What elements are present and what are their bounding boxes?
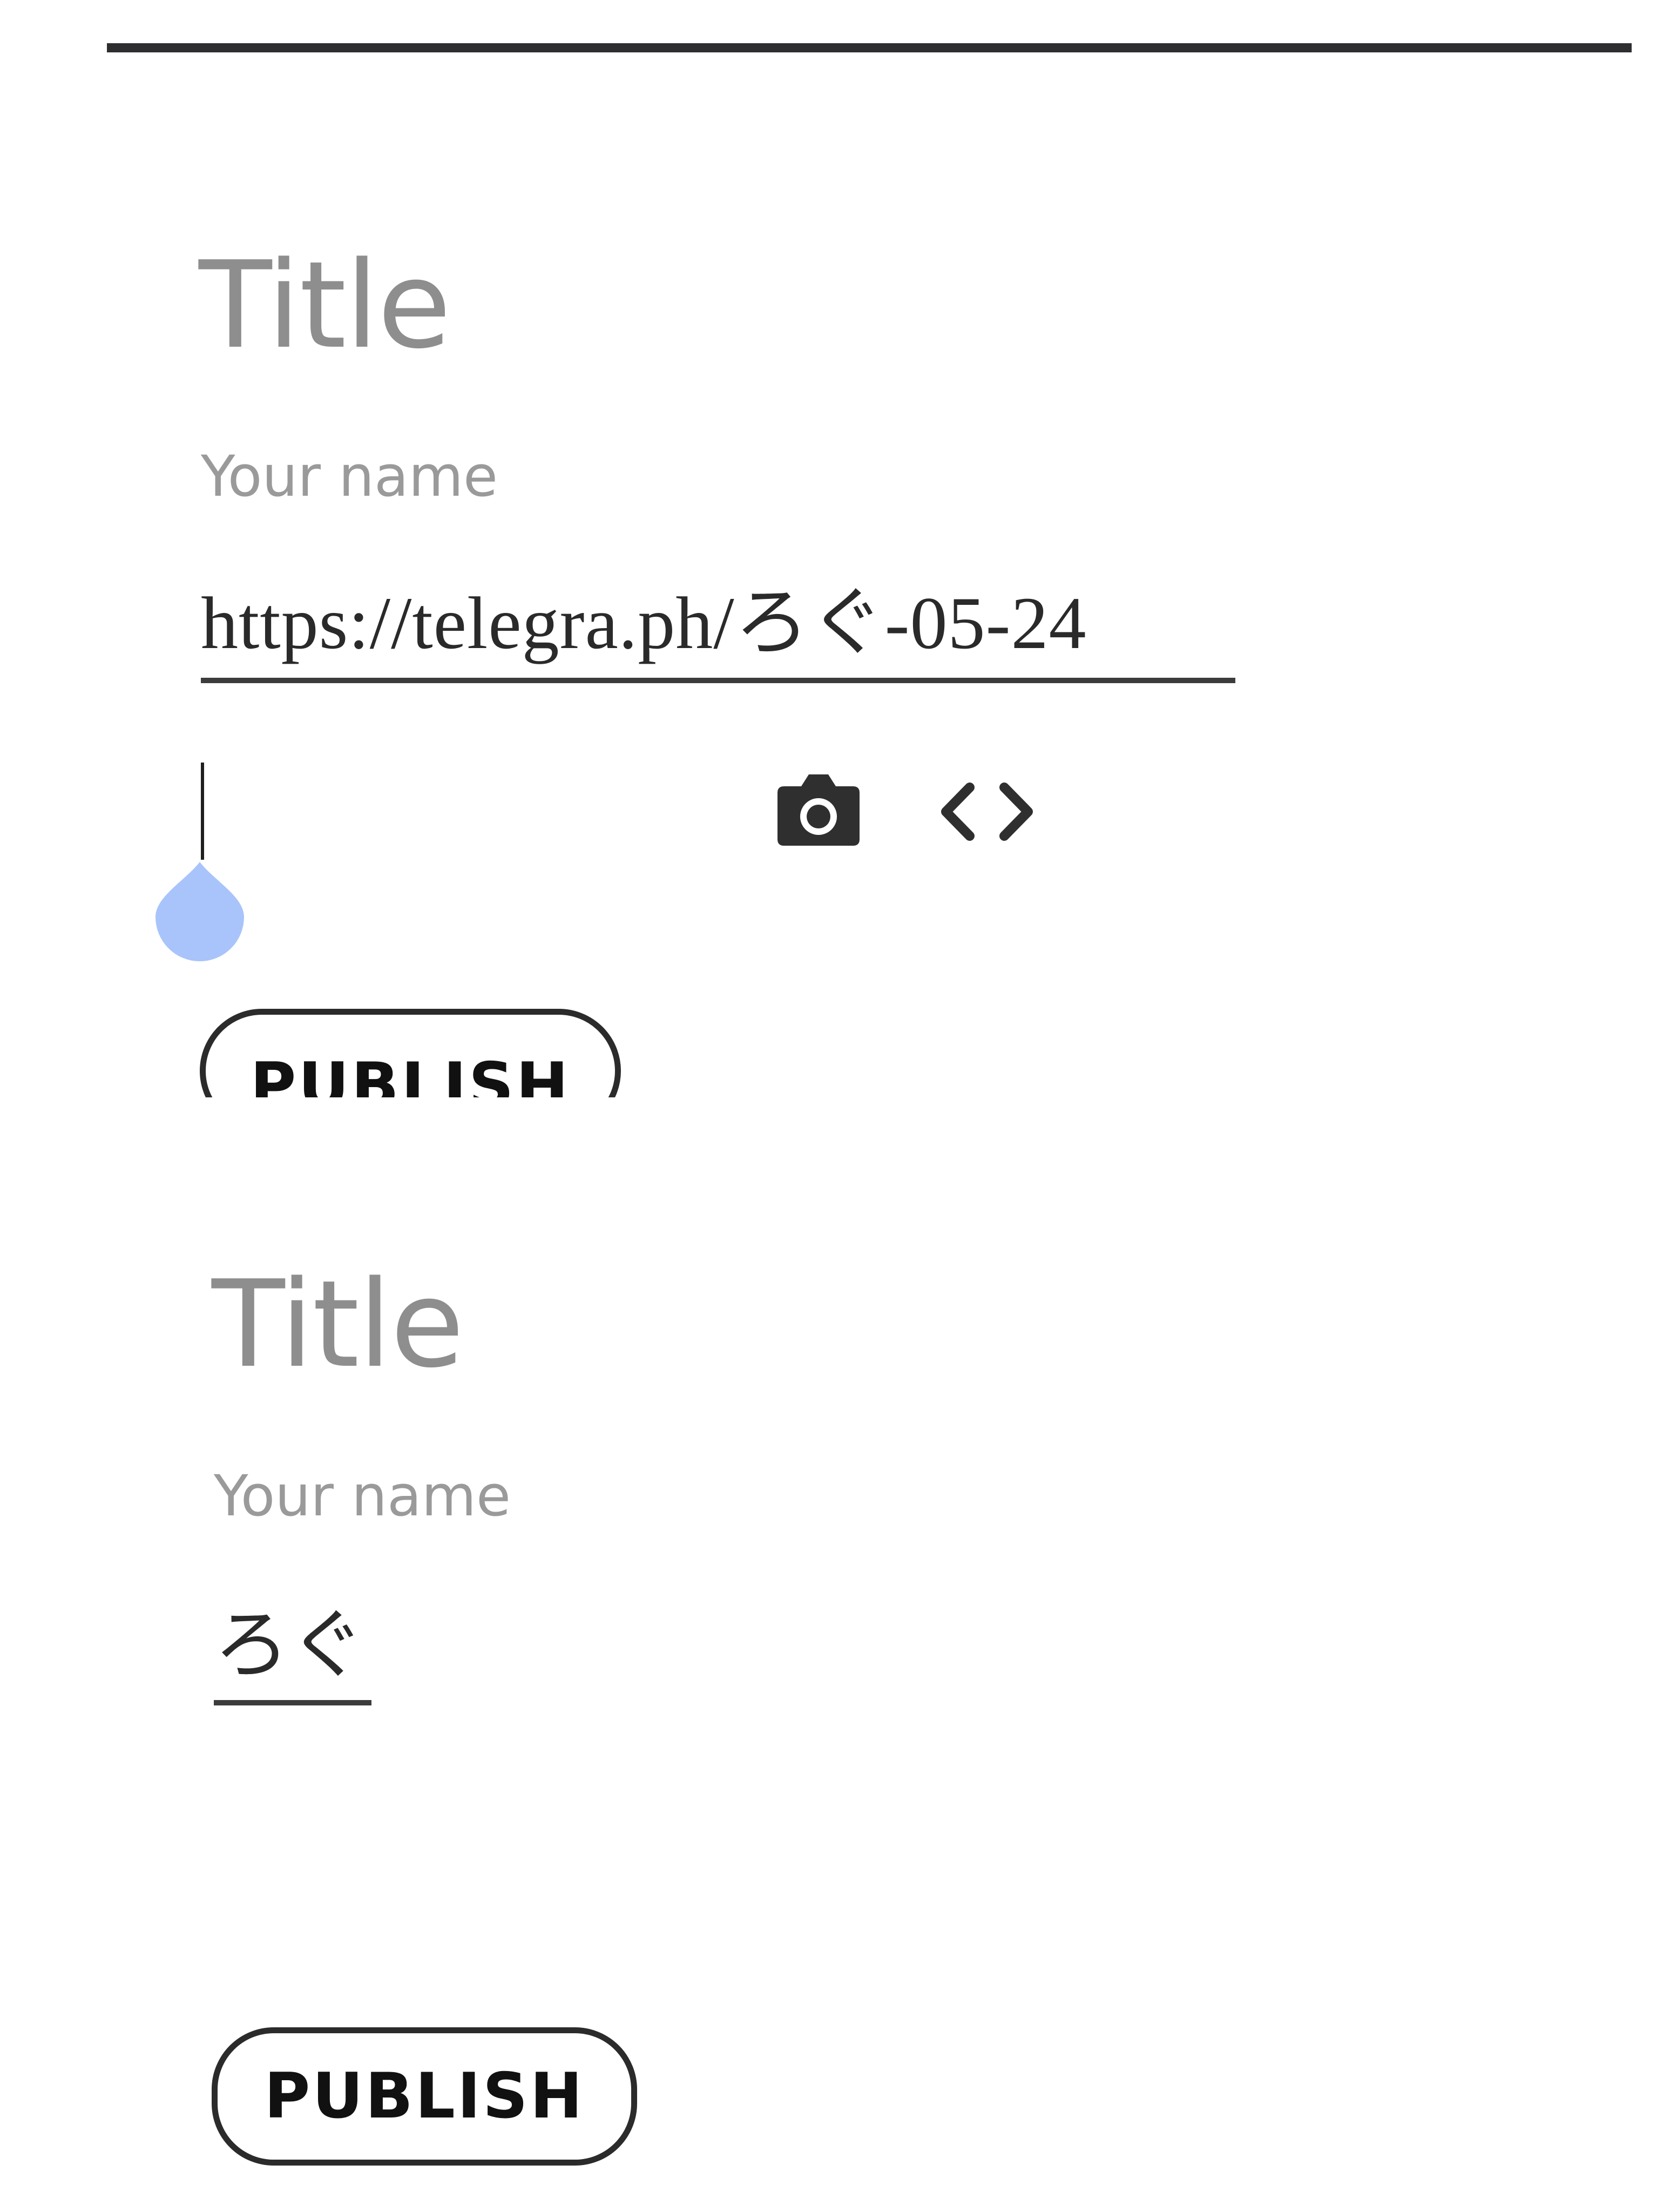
title-placeholder[interactable]: Title — [199, 246, 451, 366]
author-name-placeholder-2[interactable]: Your name — [214, 1468, 511, 1524]
title-placeholder-2[interactable]: Title — [212, 1265, 464, 1385]
publish-button-clipped-area: PUBLISH — [194, 1004, 626, 1097]
author-link-underline — [201, 678, 1235, 683]
author-link-underline-2 — [214, 1700, 371, 1705]
author-name-placeholder[interactable]: Your name — [201, 448, 498, 504]
top-divider-bar — [107, 43, 1632, 52]
author-link-2[interactable]: ろぐ — [214, 1608, 365, 1684]
cursor-handle[interactable] — [155, 862, 244, 961]
camera-icon[interactable] — [775, 772, 862, 848]
publish-button[interactable]: PUBLISH — [200, 1009, 621, 1097]
text-cursor — [201, 763, 204, 860]
publish-button-2[interactable]: PUBLISH — [212, 2027, 637, 2166]
author-link[interactable]: https://telegra.ph/ろぐ-05-24 — [201, 586, 1087, 660]
code-icon[interactable] — [938, 782, 1036, 841]
